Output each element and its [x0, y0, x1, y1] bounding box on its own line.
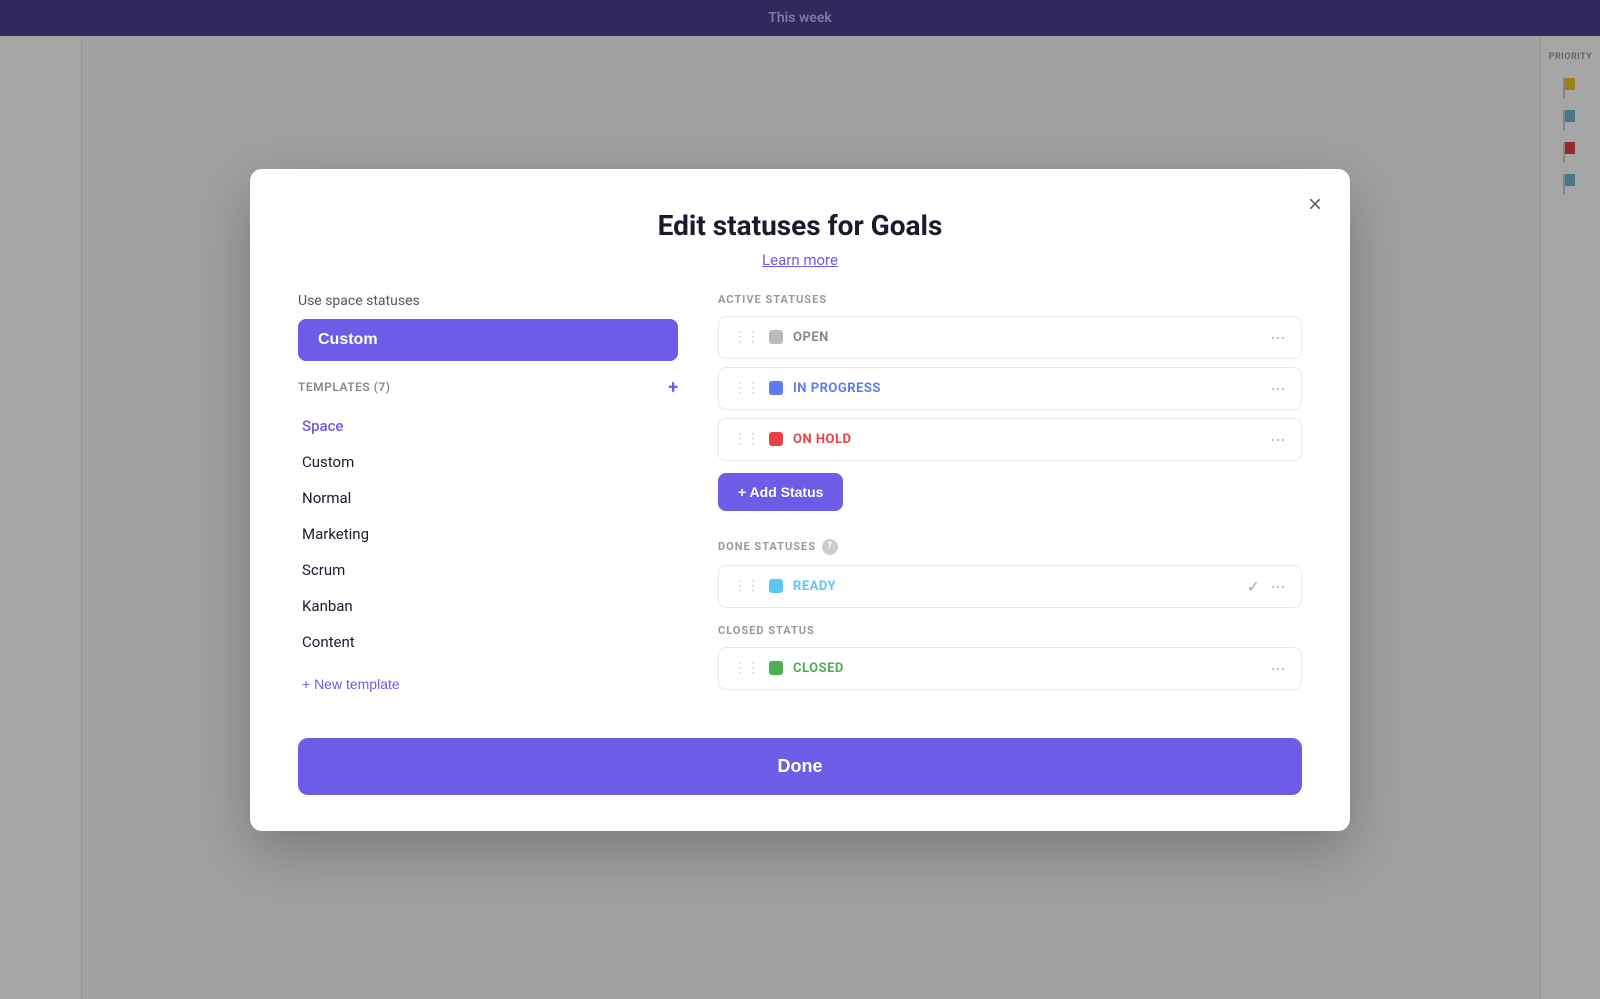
status-name-ready: READY [793, 579, 1247, 594]
right-panel: ACTIVE STATUSES ⋮⋮ OPEN ··· ⋮⋮ IN PROGRE… [718, 293, 1302, 706]
modal-body: Use space statuses Custom TEMPLATES (7) … [298, 293, 1302, 706]
template-item-content[interactable]: Content [298, 624, 678, 660]
status-item-onhold: ⋮⋮ ON HOLD ··· [718, 418, 1302, 461]
status-actions-closed: ··· [1268, 658, 1287, 679]
closed-status-label: CLOSED STATUS [718, 624, 1302, 637]
more-button-onhold[interactable]: ··· [1268, 429, 1287, 450]
drag-handle-inprogress[interactable]: ⋮⋮ [733, 380, 759, 396]
status-actions-inprogress: ··· [1268, 378, 1287, 399]
status-actions-ready: ✓ ··· [1247, 576, 1287, 597]
drag-handle-open[interactable]: ⋮⋮ [733, 329, 759, 345]
status-item-open: ⋮⋮ OPEN ··· [718, 316, 1302, 359]
modal-header: Edit statuses for Goals Learn more [298, 209, 1302, 269]
templates-plus-icon[interactable]: + [668, 377, 678, 398]
status-item-inprogress: ⋮⋮ IN PROGRESS ··· [718, 367, 1302, 410]
status-item-closed: ⋮⋮ CLOSED ··· [718, 647, 1302, 690]
status-dot-open [769, 330, 783, 344]
new-template-button[interactable]: + New template [298, 668, 404, 700]
drag-handle-onhold[interactable]: ⋮⋮ [733, 431, 759, 447]
drag-handle-closed[interactable]: ⋮⋮ [733, 660, 759, 676]
status-item-ready: ⋮⋮ READY ✓ ··· [718, 565, 1302, 608]
more-button-closed[interactable]: ··· [1268, 658, 1287, 679]
drag-handle-ready[interactable]: ⋮⋮ [733, 578, 759, 594]
template-item-space[interactable]: Space [298, 408, 678, 444]
learn-more-link[interactable]: Learn more [762, 251, 838, 269]
use-space-label: Use space statuses [298, 293, 678, 309]
more-button-ready[interactable]: ··· [1268, 576, 1287, 597]
modal-overlay: × Edit statuses for Goals Learn more Use… [0, 0, 1600, 999]
close-button[interactable]: × [1308, 193, 1322, 217]
status-dot-inprogress [769, 381, 783, 395]
more-button-open[interactable]: ··· [1268, 327, 1287, 348]
template-item-custom[interactable]: Custom [298, 444, 678, 480]
status-name-open: OPEN [793, 330, 1268, 345]
status-actions-onhold: ··· [1268, 429, 1287, 450]
left-panel: Use space statuses Custom TEMPLATES (7) … [298, 293, 678, 706]
closed-status-section: CLOSED STATUS ⋮⋮ CLOSED ··· [718, 624, 1302, 690]
template-item-marketing[interactable]: Marketing [298, 516, 678, 552]
status-name-closed: CLOSED [793, 661, 1268, 676]
done-statuses-label: DONE STATUSES ? [718, 539, 1302, 555]
check-icon-ready: ✓ [1247, 577, 1260, 596]
status-actions-open: ··· [1268, 327, 1287, 348]
done-statuses-help-icon[interactable]: ? [822, 539, 838, 555]
status-dot-closed [769, 661, 783, 675]
status-dot-onhold [769, 432, 783, 446]
modal-title: Edit statuses for Goals [298, 209, 1302, 242]
templates-label: TEMPLATES (7) [298, 380, 390, 394]
done-button[interactable]: Done [298, 738, 1302, 795]
template-item-scrum[interactable]: Scrum [298, 552, 678, 588]
custom-selected-button[interactable]: Custom [298, 319, 678, 361]
status-name-inprogress: IN PROGRESS [793, 381, 1268, 396]
more-button-inprogress[interactable]: ··· [1268, 378, 1287, 399]
template-item-kanban[interactable]: Kanban [298, 588, 678, 624]
add-status-button[interactable]: + Add Status [718, 473, 843, 511]
status-name-onhold: ON HOLD [793, 432, 1268, 447]
active-statuses-label: ACTIVE STATUSES [718, 293, 1302, 306]
template-list: Space Custom Normal Marketing Scrum Kanb… [298, 408, 678, 660]
status-dot-ready [769, 579, 783, 593]
edit-statuses-modal: × Edit statuses for Goals Learn more Use… [250, 169, 1350, 831]
done-statuses-section: DONE STATUSES ? ⋮⋮ READY ✓ ··· [718, 539, 1302, 608]
templates-row: TEMPLATES (7) + [298, 377, 678, 398]
template-item-normal[interactable]: Normal [298, 480, 678, 516]
